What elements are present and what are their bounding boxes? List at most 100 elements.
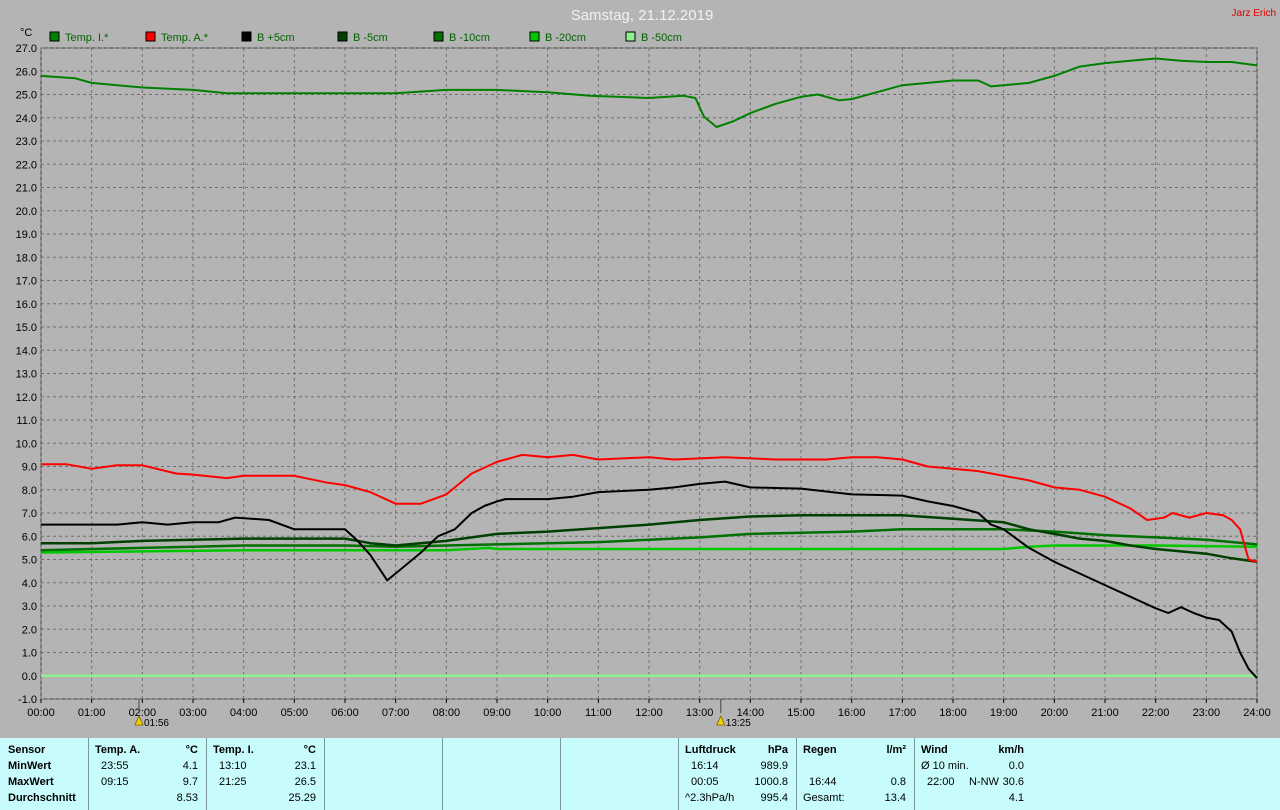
x-tick-label: 01:00 xyxy=(78,707,106,719)
stats-pressure-unit: hPa xyxy=(767,744,788,756)
y-tick-label: 4.0 xyxy=(22,578,37,590)
chart-title: Samstag, 21.12.2019 xyxy=(571,7,714,24)
y-tick-label: 25.0 xyxy=(16,90,37,102)
legend-label: B -20cm xyxy=(545,32,586,44)
stats-rain-block: Regen l/m² 16:44 0.8 Gesamt: 13.4 xyxy=(796,738,914,810)
x-tick-label: 08:00 xyxy=(433,707,461,719)
stats-pressure-trend: ^2.3hPa/h xyxy=(685,792,735,804)
y-tick-label: 8.0 xyxy=(22,485,37,497)
x-tick-label: 00:00 xyxy=(27,707,55,719)
stats-wind-avg10-label: Ø 10 min. xyxy=(921,760,969,772)
stats-temp-i-average: 25.29 xyxy=(288,792,316,804)
y-tick-label: 19.0 xyxy=(16,229,37,241)
x-tick-label: 13:00 xyxy=(686,707,714,719)
legend-label: B +5cm xyxy=(257,32,295,44)
stats-temp-i-block: Temp. I. °C 13:10 23.1 21:25 26.5 25.29 xyxy=(206,738,324,810)
y-tick-label: 14.0 xyxy=(16,345,37,357)
y-tick-label: 24.0 xyxy=(16,113,37,125)
stats-rain-total-label: Gesamt: xyxy=(803,792,845,804)
statistics-panel: Sensor MinWert MaxWert Durchschnitt Temp… xyxy=(0,738,1280,810)
x-tick-label: 11:00 xyxy=(585,707,612,719)
stats-wind-unit: km/h xyxy=(998,744,1024,756)
legend-label: B -10cm xyxy=(449,32,490,44)
y-tick-label: 26.0 xyxy=(16,66,37,78)
stats-temp-i-min-time: 13:10 xyxy=(219,760,247,772)
x-tick-label: 05:00 xyxy=(281,707,309,719)
y-tick-label: 2.0 xyxy=(22,624,37,636)
legend-label: B -5cm xyxy=(353,32,388,44)
y-tick-label: 22.0 xyxy=(16,159,37,171)
x-tick-label: 16:00 xyxy=(838,707,866,719)
stats-temp-a-max-value: 9.7 xyxy=(182,776,198,788)
x-tick-label: 04:00 xyxy=(230,707,258,719)
grid xyxy=(40,47,1258,700)
stats-row-avg-label: Durchschnitt xyxy=(8,792,76,804)
stats-temp-a-average: 8.53 xyxy=(176,792,198,804)
y-tick-label: 3.0 xyxy=(22,601,37,613)
legend-swatch xyxy=(529,31,540,42)
y-tick-label: 15.0 xyxy=(16,322,37,334)
credit-label: Jarz Erich xyxy=(1232,8,1276,19)
y-tick-label: 13.0 xyxy=(16,369,37,381)
legend-swatch xyxy=(145,31,156,42)
stats-wind-max-time: 22:00 xyxy=(927,776,955,788)
y-axis-unit: °C xyxy=(20,27,32,39)
stats-wind-average: 4.1 xyxy=(1008,792,1024,804)
stats-sensor-header: Sensor xyxy=(8,744,46,756)
legend-label: Temp. I.* xyxy=(65,32,109,44)
stats-pressure-max-value: 1000.8 xyxy=(754,776,788,788)
stats-rain-max-value: 0.8 xyxy=(890,776,906,788)
stats-temp-i-header: Temp. I. xyxy=(213,744,254,756)
stats-wind-max-direction: N-NW xyxy=(969,776,999,788)
stats-wind-block: Wind km/h Ø 10 min. 0.0 22:00 N-NW 30.6 … xyxy=(914,738,1032,810)
x-tick-label: 07:00 xyxy=(382,707,410,719)
x-tick-label: 22:00 xyxy=(1142,707,1170,719)
temperature-chart: Samstag, 21.12.2019 Jarz Erich °C Temp. … xyxy=(0,0,1280,738)
legend-swatch xyxy=(49,31,60,42)
stats-temp-i-max-value: 26.5 xyxy=(294,776,316,788)
stats-wind-avg10-value: 0.0 xyxy=(1008,760,1024,772)
stats-temp-i-max-time: 21:25 xyxy=(219,776,247,788)
stats-pressure-header: Luftdruck xyxy=(685,744,736,756)
y-tick-label: 7.0 xyxy=(22,508,37,520)
stats-temp-a-min-value: 4.1 xyxy=(182,760,198,772)
legend-swatch xyxy=(433,31,444,42)
stats-temp-i-unit: °C xyxy=(303,744,316,756)
x-tick-label: 17:00 xyxy=(889,707,917,719)
stats-temp-i-min-value: 23.1 xyxy=(294,760,316,772)
stats-row-max-label: MaxWert xyxy=(8,776,54,788)
y-tick-label: 9.0 xyxy=(22,462,37,474)
y-tick-label: 11.0 xyxy=(16,415,37,427)
x-tick-label: 15:00 xyxy=(787,707,815,719)
x-tick-label: 21:00 xyxy=(1091,707,1119,719)
y-tick-label: 16.0 xyxy=(16,299,37,311)
y-tick-label: -1.0 xyxy=(18,694,37,706)
x-tick-label: 23:00 xyxy=(1193,707,1221,719)
legend-swatch xyxy=(241,31,252,42)
legend-swatch xyxy=(625,31,636,42)
x-tick-label: 10:00 xyxy=(534,707,562,719)
y-tick-label: 10.0 xyxy=(16,438,37,450)
y-tick-label: 5.0 xyxy=(22,555,37,567)
y-tick-label: 6.0 xyxy=(22,531,37,543)
stats-temp-a-block: Temp. A. °C 23:55 4.1 09:15 9.7 8.53 xyxy=(88,738,206,810)
x-tick-label: 12:00 xyxy=(635,707,663,719)
x-tick-label: 20:00 xyxy=(1041,707,1069,719)
stats-rain-max-time: 16:44 xyxy=(809,776,837,788)
marker-label: 13:25 xyxy=(726,718,751,729)
x-tick-label: 19:00 xyxy=(990,707,1018,719)
y-tick-label: 21.0 xyxy=(16,183,37,195)
stats-pressure-min-time: 16:14 xyxy=(691,760,719,772)
legend-label: Temp. A.* xyxy=(161,32,209,44)
legend-swatch xyxy=(337,31,348,42)
y-tick-label: 12.0 xyxy=(16,392,37,404)
stats-pressure-average: 995.4 xyxy=(760,792,788,804)
stats-temp-a-min-time: 23:55 xyxy=(101,760,129,772)
stats-pressure-block: Luftdruck hPa 16:14 989.9 00:05 1000.8 ^… xyxy=(678,738,796,810)
x-tick-label: 03:00 xyxy=(179,707,207,719)
x-tick-label: 18:00 xyxy=(939,707,967,719)
x-tick-label: 09:00 xyxy=(483,707,511,719)
legend-label: B -50cm xyxy=(641,32,682,44)
y-tick-label: 1.0 xyxy=(22,648,37,660)
marker-label: 01:56 xyxy=(144,718,169,729)
